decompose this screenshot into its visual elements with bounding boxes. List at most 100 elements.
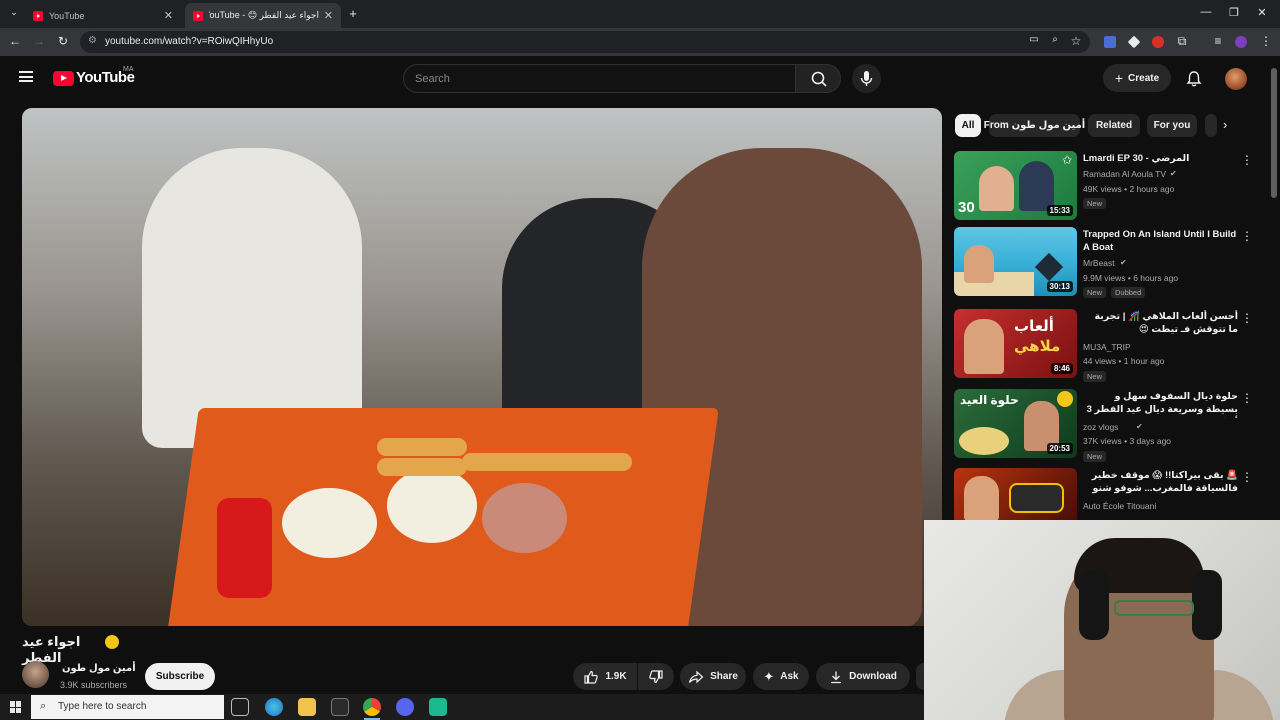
recommendation-item[interactable]: 🚨 بقى بيراكتا!! 😱 موقف خطير فالسياقة فال… xyxy=(954,468,1264,520)
hamburger-menu-icon[interactable] xyxy=(19,71,33,82)
close-tab-icon[interactable]: ✕ xyxy=(324,9,333,22)
windows-start-icon[interactable] xyxy=(10,701,22,713)
install-app-icon[interactable]: ▭ xyxy=(1026,34,1042,45)
new-badge: New xyxy=(1083,287,1107,298)
extension-red-icon[interactable] xyxy=(1152,36,1164,48)
menu-dots-icon[interactable]: ⋮ xyxy=(1258,34,1274,48)
reco-channel[interactable]: Auto École Titouani xyxy=(1083,501,1156,511)
create-label: Create xyxy=(1128,72,1160,84)
more-options-icon[interactable]: ⋮ xyxy=(1241,470,1253,484)
translate-extension-icon[interactable] xyxy=(1104,36,1116,48)
reco-channel[interactable]: Ramadan Al Aoula TV xyxy=(1083,169,1166,179)
more-options-icon[interactable]: ⋮ xyxy=(1241,153,1253,167)
chip-from-channel[interactable]: From أمين مول طون xyxy=(984,114,1085,137)
search-button[interactable] xyxy=(795,64,841,93)
channel-avatar[interactable] xyxy=(22,661,49,688)
duration-badge: 8:46 xyxy=(1050,363,1073,374)
site-info-icon[interactable]: ⚙ xyxy=(88,35,97,46)
channel-name[interactable]: أمين مول طون xyxy=(62,663,136,674)
minimize-button[interactable]: — xyxy=(1196,6,1216,18)
video-scene-bowl xyxy=(482,483,567,553)
close-tab-icon[interactable]: ✕ xyxy=(164,9,173,22)
page-scrollbar[interactable] xyxy=(1271,68,1277,198)
video-player[interactable] xyxy=(22,108,942,626)
reload-icon[interactable]: ↻ xyxy=(55,34,71,48)
recommendation-item[interactable]: حلوة العيد 20:53 حلوة ديال السفوف سهل و … xyxy=(954,389,1264,462)
subscribe-button[interactable]: Subscribe xyxy=(145,663,215,690)
new-badge: New xyxy=(1083,451,1107,462)
reco-channel[interactable]: zoz vlogs xyxy=(1083,422,1118,432)
reco-channel[interactable]: MU3A_TRIP xyxy=(1083,342,1131,352)
video-thumbnail[interactable]: 30:13 xyxy=(954,227,1077,296)
voice-search-button[interactable] xyxy=(852,64,881,93)
extensions-puzzle-icon[interactable]: ⧉ xyxy=(1174,34,1190,49)
reco-title[interactable]: Lmardi EP 30 - المرضي xyxy=(1083,152,1238,165)
close-window-button[interactable]: ✕ xyxy=(1252,6,1272,19)
omnibox[interactable]: ⚙ youtube.com/watch?v=ROiwQIHhyUo xyxy=(80,31,1090,53)
glasses-icon xyxy=(1114,600,1194,616)
capcut-icon[interactable] xyxy=(429,698,447,716)
smile-emoji-icon xyxy=(105,635,119,649)
recommendation-item[interactable]: 30 ✩ 15:33 Lmardi EP 30 - المرضي Ramadan… xyxy=(954,151,1264,221)
chip-partial[interactable] xyxy=(1205,114,1217,137)
url-text[interactable]: youtube.com/watch?v=ROiwQIHhyUo xyxy=(105,36,273,47)
maximize-button[interactable]: ❐ xyxy=(1224,6,1244,19)
ask-button[interactable]: ✦ Ask xyxy=(753,663,809,690)
forward-icon[interactable]: → xyxy=(31,34,47,48)
dislike-button[interactable] xyxy=(638,663,674,690)
recommendation-item[interactable]: ألعاب ملاهي 8:46 أحسن ألعاب الملاهي 🎢 | … xyxy=(954,309,1264,382)
tab-current-video[interactable]: اجواء عيد الفطر 😊 - YouTube ✕ xyxy=(185,3,341,28)
notifications-bell-icon[interactable] xyxy=(1184,69,1204,89)
ask-label: Ask xyxy=(780,671,799,682)
account-avatar[interactable] xyxy=(1225,68,1247,90)
download-label: Download xyxy=(849,671,897,682)
thumbs-down-icon xyxy=(649,669,663,683)
new-tab-button[interactable]: + xyxy=(345,6,361,21)
create-button[interactable]: + Create xyxy=(1103,64,1171,92)
like-button[interactable]: 1.9K xyxy=(573,663,637,690)
video-thumbnail[interactable]: حلوة العيد 20:53 xyxy=(954,389,1077,458)
bookmark-star-icon[interactable]: ☆ xyxy=(1068,34,1084,48)
more-options-icon[interactable]: ⋮ xyxy=(1241,229,1253,243)
thumbnail-figure xyxy=(964,476,999,520)
edge-browser-icon[interactable] xyxy=(265,698,283,716)
video-thumbnail[interactable]: 30 ✩ 15:33 xyxy=(954,151,1077,220)
chevron-right-icon[interactable]: › xyxy=(1223,117,1227,132)
like-count: 1.9K xyxy=(605,671,627,682)
chip-related[interactable]: Related xyxy=(1088,114,1140,137)
download-button[interactable]: Download xyxy=(816,663,910,690)
discord-icon[interactable] xyxy=(396,698,414,716)
tab-label: YouTube xyxy=(49,10,85,21)
chip-for-you[interactable]: For you xyxy=(1147,114,1197,137)
more-options-icon[interactable]: ⋮ xyxy=(1241,391,1253,405)
reco-title[interactable]: 🚨 بقى بيراكتا!! 😱 موقف خطير فالسياقة فال… xyxy=(1083,469,1238,497)
file-explorer-icon[interactable] xyxy=(298,698,316,716)
task-view-icon[interactable] xyxy=(231,698,249,716)
video-thumbnail[interactable] xyxy=(954,468,1077,520)
reco-title[interactable]: Trapped On An Island Until I Build A Boa… xyxy=(1083,228,1238,254)
reco-title[interactable]: أحسن ألعاب الملاهي 🎢 | تجربة ما تتوقش فـ… xyxy=(1083,310,1238,336)
zoom-icon[interactable]: ⌕ xyxy=(1047,34,1063,45)
thumbs-up-icon xyxy=(584,670,599,684)
more-actions-button[interactable] xyxy=(916,663,924,690)
reco-title[interactable]: حلوة ديال السفوف سهل و بسيطة وسريعة ديال… xyxy=(1083,390,1238,418)
tab-youtube[interactable]: YouTube ✕ xyxy=(25,3,181,28)
chip-all[interactable]: All xyxy=(955,114,981,137)
search-input[interactable]: Search xyxy=(403,64,796,93)
youtube-logo-icon[interactable] xyxy=(53,71,74,86)
store-icon[interactable] xyxy=(331,698,349,716)
profile-avatar-icon[interactable] xyxy=(1235,36,1247,48)
reco-channel[interactable]: MrBeast xyxy=(1083,258,1115,268)
recommendation-item[interactable]: 30:13 Trapped On An Island Until I Build… xyxy=(954,227,1264,298)
chrome-icon[interactable] xyxy=(363,698,381,716)
video-thumbnail[interactable]: ألعاب ملاهي 8:46 xyxy=(954,309,1077,378)
back-icon[interactable]: ← xyxy=(7,34,23,48)
taskbar-search-input[interactable]: ⌕ Type here to search xyxy=(31,695,224,719)
download-icon xyxy=(831,671,842,683)
video-scene-bottle xyxy=(217,498,272,598)
more-options-icon[interactable]: ⋮ xyxy=(1241,311,1253,325)
extension-diamond-icon[interactable] xyxy=(1127,35,1141,49)
tab-search-icon[interactable]: ⌄ xyxy=(6,7,22,18)
share-button[interactable]: Share xyxy=(680,663,746,690)
reading-list-icon[interactable]: ≡ xyxy=(1210,34,1226,48)
